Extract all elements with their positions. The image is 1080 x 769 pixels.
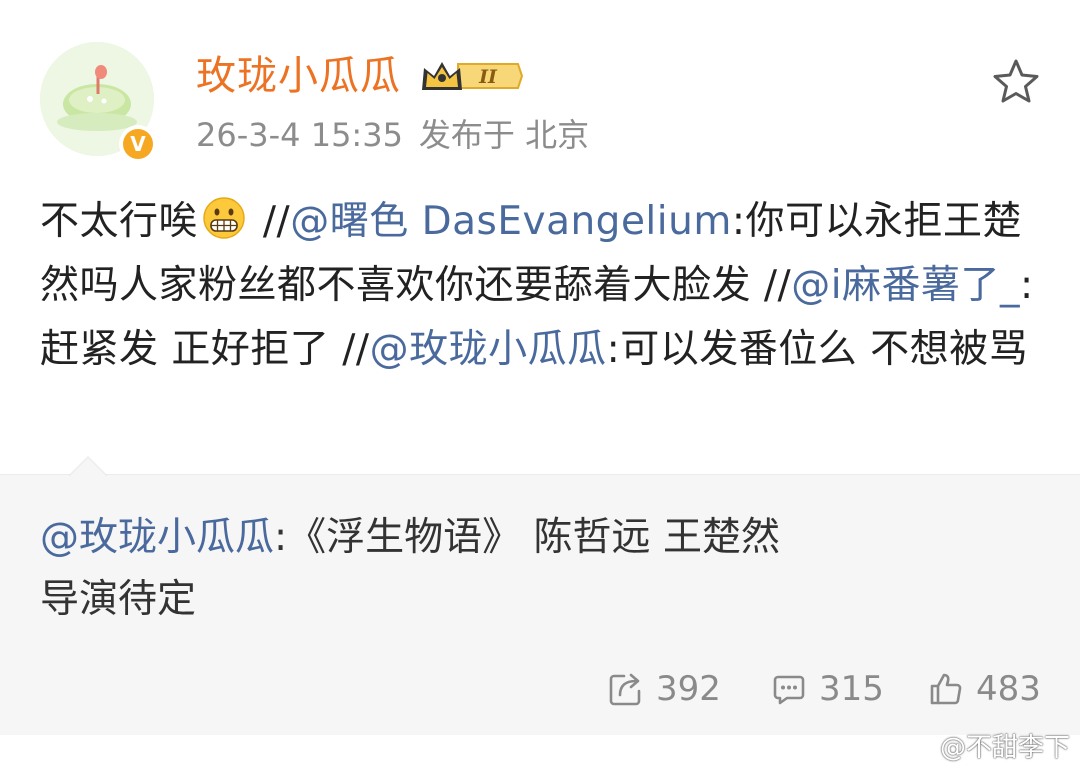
mention-link[interactable]: @曙色 DasEvangelium [290, 199, 732, 244]
grimacing-emoji-icon [202, 196, 246, 240]
quoted-text: :《浮生物语》 陈哲远 王楚然 [274, 515, 780, 560]
svg-text:II: II [478, 66, 498, 88]
watermark: @不甜李下 [902, 727, 1070, 764]
post-timestamp: 26-3-4 15:35 [196, 116, 403, 154]
comment-button[interactable]: 315 [771, 664, 884, 714]
verified-badge: V [119, 125, 157, 163]
favorite-star-icon[interactable] [990, 56, 1042, 108]
quoted-post-content: @玫珑小瓜瓜:《浮生物语》 陈哲远 王楚然 导演待定 [40, 507, 1040, 631]
post-text: 不太行唉 [40, 199, 199, 244]
quoted-text-line-2: 导演待定 [40, 577, 197, 622]
mention-link[interactable]: @i麻番薯了_ [791, 263, 1020, 308]
comment-icon [773, 675, 805, 705]
comment-count: 315 [819, 669, 884, 709]
mention-link[interactable]: @玫珑小瓜瓜 [370, 327, 607, 372]
repost-count: 392 [656, 669, 721, 709]
quoted-mention-link[interactable]: @玫珑小瓜瓜 [40, 515, 274, 560]
post-location: 发布于 北京 [418, 116, 590, 154]
post-text: :可以发番位么 不想被骂 [606, 327, 1029, 372]
thumbs-up-icon [930, 673, 962, 705]
like-button[interactable]: 483 [928, 664, 1041, 714]
post-separator: // [250, 199, 291, 244]
watermark-text: @不甜李下 [939, 733, 1070, 763]
weibo-post: V 玫珑小瓜瓜 II 26-3-4 15:35 发布于 北京 不太行唉 //@曙色… [0, 0, 1080, 769]
quote-pointer-fill [70, 458, 106, 476]
repost-button[interactable]: 392 [608, 664, 721, 714]
verified-icon: V [123, 129, 153, 159]
vip-crown-badge: II [418, 56, 524, 100]
repost-icon [609, 673, 641, 706]
post-meta: 26-3-4 15:35 发布于 北京 [196, 113, 589, 157]
username[interactable]: 玫珑小瓜瓜 [196, 48, 401, 104]
post-content: 不太行唉 //@曙色 DasEvangelium:你可以永拒王楚然吗人家粉丝都不… [40, 190, 1045, 382]
weibo-logo-icon [902, 734, 934, 759]
like-count: 483 [976, 669, 1041, 709]
